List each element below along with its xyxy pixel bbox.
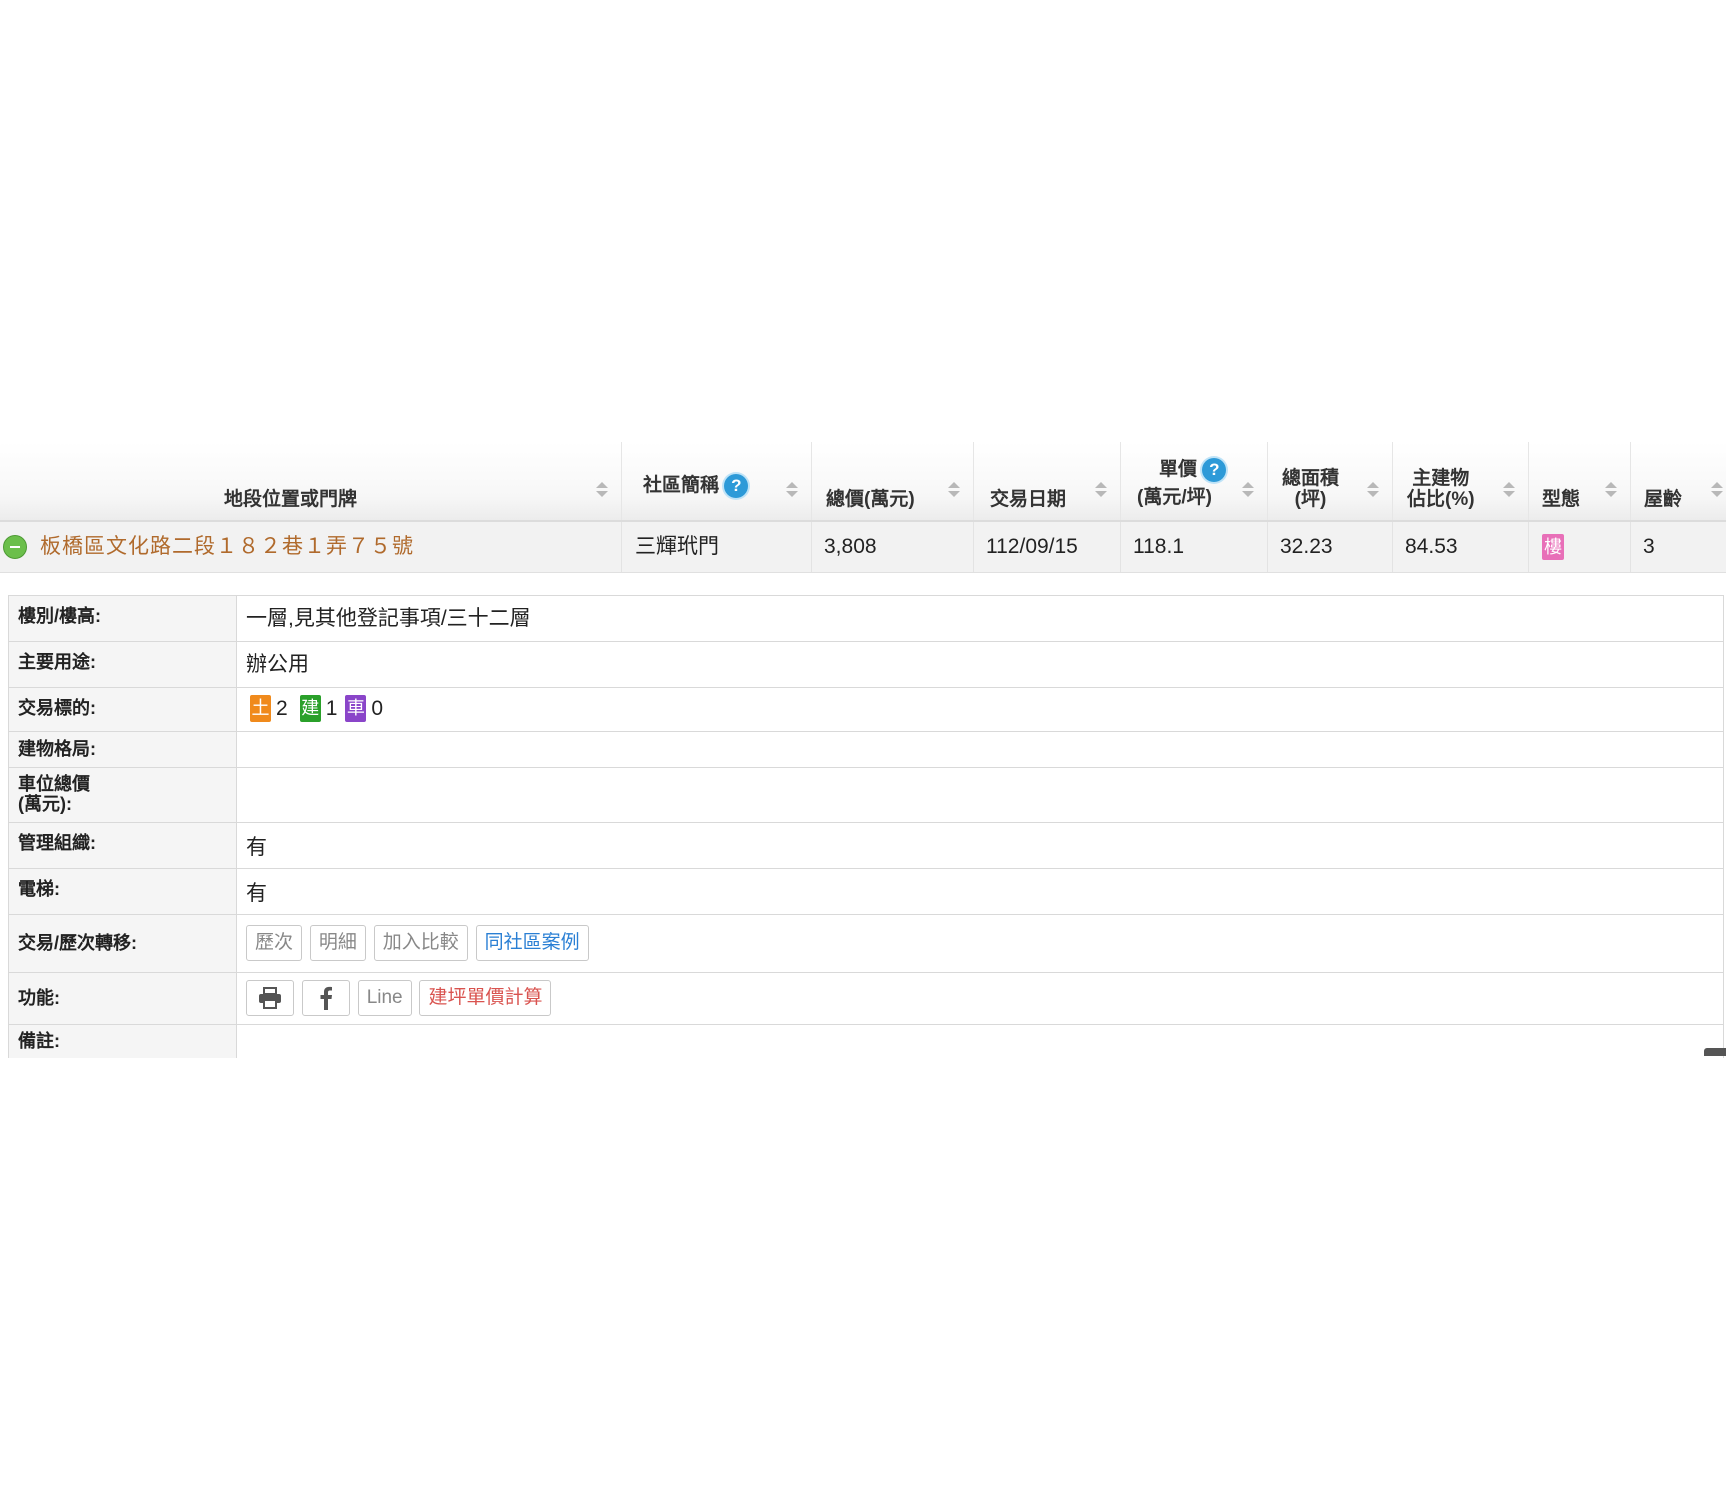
line-share-button[interactable]: Line xyxy=(357,980,412,1016)
column-header-unit-price[interactable]: 單價 ? (萬元/坪) xyxy=(1121,442,1268,520)
detail-row-remarks: 備註: xyxy=(9,1025,1723,1058)
cell-community: 三輝玳門 xyxy=(622,522,812,572)
cell-address: 板橋區文化路二段１８２巷１弄７５號 xyxy=(0,522,622,572)
detail-row-layout: 建物格局: xyxy=(9,732,1723,768)
detail-label-line: (萬元): xyxy=(18,794,72,814)
column-header-main-building-unit: 佔比(%) xyxy=(1407,489,1475,510)
detail-value: 一層,見其他登記事項/三十二層 xyxy=(246,607,531,630)
detail-row-parking-price: 車位總價 (萬元): xyxy=(9,768,1723,823)
column-header-type-label: 型態 xyxy=(1542,489,1581,510)
results-table-header: 地段位置或門牌 社區簡稱 ? 總價(萬元) 交易日期 單價 ? (萬元/坪) 總… xyxy=(0,442,1726,522)
cell-main-building-ratio: 84.53 xyxy=(1393,522,1529,572)
cell-unit-price: 118.1 xyxy=(1121,522,1268,572)
print-button[interactable] xyxy=(246,980,294,1016)
column-header-community-label: 社區簡稱 xyxy=(643,475,720,496)
add-compare-button[interactable]: 加入比較 xyxy=(373,925,468,961)
detail-row-functions: 功能: Line 建坪單價計算 xyxy=(9,973,1723,1025)
detail-label: 建物格局: xyxy=(9,732,237,767)
building-count: 1 xyxy=(325,696,338,720)
detail-value xyxy=(237,732,1723,767)
column-header-area-unit: (坪) xyxy=(1294,489,1327,510)
detail-value: 辦公用 xyxy=(246,653,309,676)
detail-row-transaction-target: 交易標的: 土2建1車0 xyxy=(9,688,1723,732)
detail-value: 有 xyxy=(246,836,267,859)
address-link[interactable]: 板橋區文化路二段１８２巷１弄７５號 xyxy=(40,535,414,558)
detail-value: 有 xyxy=(246,882,267,905)
sort-arrows-icon[interactable] xyxy=(1711,482,1723,498)
sort-arrows-icon[interactable] xyxy=(596,482,608,498)
cell-total-price: 3,808 xyxy=(812,522,974,572)
column-header-age-label: 屋齡 xyxy=(1644,489,1683,510)
detail-row-use: 主要用途: 辦公用 xyxy=(9,642,1723,688)
sort-arrows-icon[interactable] xyxy=(1095,482,1107,498)
detail-value xyxy=(237,768,1723,822)
detail-row-management: 管理組織: 有 xyxy=(9,823,1723,869)
sort-arrows-icon[interactable] xyxy=(1242,482,1254,498)
land-count: 2 xyxy=(276,696,288,720)
cell-date: 112/09/15 xyxy=(974,522,1121,572)
detail-panel: 樓別/樓高: 一層,見其他登記事項/三十二層 主要用途: 辦公用 交易標的: 土… xyxy=(8,595,1724,1058)
detail-label: 備註: xyxy=(9,1025,237,1058)
detail-row-elevator: 電梯: 有 xyxy=(9,869,1723,915)
cell-age: 3 xyxy=(1643,535,1655,558)
column-header-main-building-label: 主建物 xyxy=(1412,468,1470,489)
column-header-date[interactable]: 交易日期 xyxy=(974,442,1121,520)
table-row[interactable]: 板橋區文化路二段１８２巷１弄７５號 三輝玳門 3,808 112/09/15 1… xyxy=(0,522,1726,573)
column-header-total-price-label: 總價(萬元) xyxy=(826,489,915,510)
detail-value: 土2建1車0 xyxy=(237,688,1723,731)
detail-label: 電梯: xyxy=(9,869,237,914)
column-header-date-label: 交易日期 xyxy=(990,489,1067,510)
detail-row-transfer: 交易/歷次轉移: 歷次 明細 加入比較 同社區案例 xyxy=(9,915,1723,973)
column-header-type[interactable]: 型態 xyxy=(1529,442,1631,520)
detail-row-floor: 樓別/樓高: 一層,見其他登記事項/三十二層 xyxy=(9,596,1723,642)
building-tag: 建 xyxy=(299,695,321,722)
cell-area: 32.23 xyxy=(1268,522,1393,572)
unit-price-calculator-button[interactable]: 建坪單價計算 xyxy=(419,980,552,1016)
minus-circle-icon[interactable] xyxy=(3,535,27,559)
detail-label: 交易標的: xyxy=(9,688,237,731)
detail-label-line: 車位總價 xyxy=(18,774,90,794)
detail-label: 樓別/樓高: xyxy=(9,596,237,641)
scroll-to-top-tab[interactable] xyxy=(1704,1048,1726,1056)
detail-label: 管理組織: xyxy=(9,823,237,868)
parking-count: 0 xyxy=(371,696,384,720)
sort-arrows-icon[interactable] xyxy=(1503,482,1515,498)
column-header-total-price[interactable]: 總價(萬元) xyxy=(812,442,974,520)
facebook-icon xyxy=(320,986,332,1010)
detail-label: 主要用途: xyxy=(9,642,237,687)
column-header-area[interactable]: 總面積 (坪) xyxy=(1268,442,1393,520)
sort-arrows-icon[interactable] xyxy=(786,482,798,498)
facebook-share-button[interactable] xyxy=(301,980,350,1016)
column-header-age[interactable]: 屋齡 xyxy=(1631,442,1726,520)
detail-label: 功能: xyxy=(9,973,237,1024)
land-tag: 土 xyxy=(250,695,271,722)
details-button[interactable]: 明細 xyxy=(309,925,366,961)
sort-arrows-icon[interactable] xyxy=(1367,482,1379,498)
column-header-main-building-ratio[interactable]: 主建物 佔比(%) xyxy=(1393,442,1529,520)
same-community-button[interactable]: 同社區案例 xyxy=(475,925,589,961)
question-circle-icon[interactable]: ? xyxy=(724,473,749,498)
building-type-badge: 樓 xyxy=(1542,534,1564,561)
question-circle-icon[interactable]: ? xyxy=(1202,457,1227,482)
sort-arrows-icon[interactable] xyxy=(1605,482,1617,498)
cell-type: 樓 xyxy=(1529,522,1631,572)
column-header-address[interactable]: 地段位置或門牌 xyxy=(0,442,622,520)
parking-tag: 車 xyxy=(345,695,367,722)
detail-label: 車位總價 (萬元): xyxy=(9,768,237,822)
sort-arrows-icon[interactable] xyxy=(948,482,960,498)
column-header-unit-price-label: 單價 xyxy=(1159,459,1198,480)
detail-value: Line 建坪單價計算 xyxy=(237,973,1723,1024)
printer-icon xyxy=(259,986,281,1009)
history-button[interactable]: 歷次 xyxy=(246,925,303,961)
column-header-area-label: 總面積 xyxy=(1282,468,1340,489)
detail-value: 歷次 明細 加入比較 同社區案例 xyxy=(237,915,1723,972)
column-header-address-label: 地段位置或門牌 xyxy=(224,489,358,510)
detail-label: 交易/歷次轉移: xyxy=(9,915,237,972)
column-header-community[interactable]: 社區簡稱 ? xyxy=(622,442,812,520)
column-header-unit-price-unit: (萬元/坪) xyxy=(1137,487,1212,508)
detail-value xyxy=(237,1025,1723,1058)
